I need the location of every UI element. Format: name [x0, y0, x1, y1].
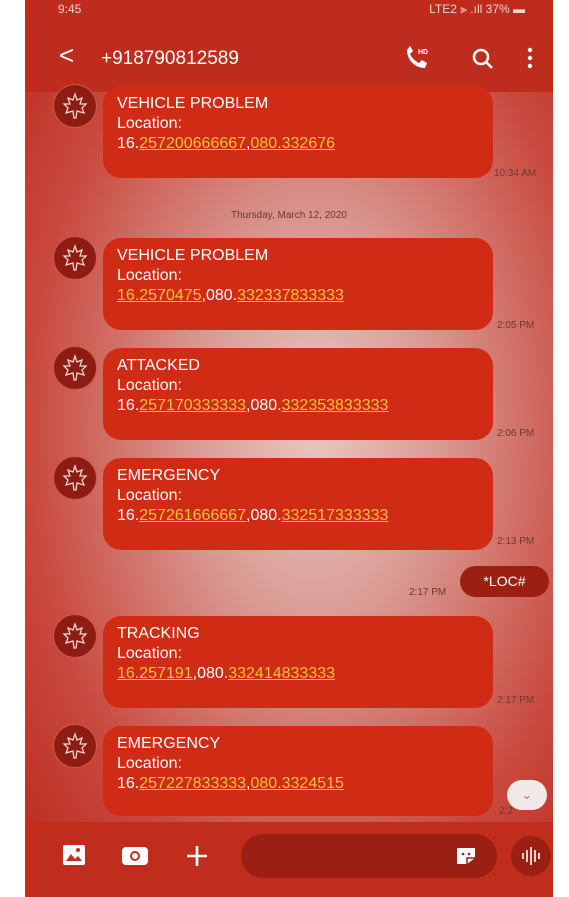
longitude-link[interactable]: 080.332676: [250, 135, 335, 152]
location-label: Location:: [117, 267, 182, 284]
message-timestamp: 10:34 AM: [494, 168, 537, 179]
message-timestamp: 2:06 PM: [497, 428, 535, 439]
location-label: Location:: [117, 115, 182, 132]
messages-screen: 9:45 LTE2 ⫸ .ıll 37% ▬ < +918790812589 H…: [25, 0, 553, 897]
longitude-link[interactable]: 332337833333: [237, 287, 344, 304]
chevron-down-icon: ⌄: [521, 787, 533, 802]
latitude-link[interactable]: 257227833333: [139, 775, 246, 792]
message-timestamp: 2:17 PM: [497, 695, 535, 706]
status-time: 9:45: [58, 2, 82, 16]
date-separator: Thursday, March 12, 2020: [231, 210, 347, 221]
message-timestamp: 2:2: [499, 806, 513, 817]
latitude-link[interactable]: 257170333333: [139, 397, 246, 414]
outgoing-timestamp: 2:17 PM: [409, 587, 447, 598]
message-type: EMERGENCY: [117, 467, 221, 484]
longitude-link[interactable]: 080.3324515: [250, 775, 343, 792]
message-bubble[interactable]: VEHICLE PROBLEM Location: 16.2570475,080…: [103, 238, 493, 330]
message-type: ATTACKED: [117, 357, 200, 374]
message-timestamp: 2:13 PM: [497, 536, 535, 547]
message-type: EMERGENCY: [117, 735, 221, 752]
maple-leaf-icon[interactable]: [53, 614, 97, 658]
latitude-link[interactable]: 257261666667: [139, 507, 246, 524]
longitude-link[interactable]: 332353833333: [282, 397, 389, 414]
outgoing-message-bubble[interactable]: *LOC#: [460, 566, 549, 597]
back-arrow-icon[interactable]: <: [59, 42, 74, 68]
longitude-link[interactable]: 332517333333: [282, 507, 389, 524]
message-type: VEHICLE PROBLEM: [117, 95, 269, 112]
latitude-link[interactable]: 16.2570475: [117, 287, 202, 304]
status-bar: 9:45 LTE2 ⫸ .ıll 37% ▬: [25, 0, 553, 22]
latitude-link[interactable]: 257200666667: [139, 135, 246, 152]
gallery-icon[interactable]: [62, 844, 86, 866]
message-input-pill[interactable]: [241, 834, 497, 878]
hd-call-icon[interactable]: HD: [403, 46, 431, 70]
message-input[interactable]: [257, 842, 441, 872]
message-bubble[interactable]: TRACKING Location: 16.257191,080.3324148…: [103, 616, 493, 708]
maple-leaf-icon[interactable]: [53, 84, 97, 128]
search-icon[interactable]: [471, 47, 495, 71]
message-type: VEHICLE PROBLEM: [117, 247, 269, 264]
message-bubble[interactable]: EMERGENCY Location: 16.257261666667,080.…: [103, 458, 493, 550]
message-timestamp: 2:05 PM: [497, 320, 535, 331]
maple-leaf-icon[interactable]: [53, 724, 97, 768]
message-bubble[interactable]: EMERGENCY Location: 16.257227833333,080.…: [103, 726, 493, 816]
location-label: Location:: [117, 377, 182, 394]
camera-icon[interactable]: [121, 844, 149, 866]
message-bubble[interactable]: VEHICLE PROBLEM Location: 16.25720066666…: [103, 86, 493, 178]
location-label: Location:: [117, 645, 182, 662]
location-coordinates: 16.2570475,080.332337833333: [117, 287, 344, 304]
location-coordinates: 16.257200666667,080.332676: [117, 135, 336, 152]
scroll-down-button[interactable]: ⌄: [507, 780, 547, 810]
location-label: Location:: [117, 487, 182, 504]
location-coordinates: 16.257227833333,080.3324515: [117, 775, 344, 792]
maple-leaf-icon[interactable]: [53, 236, 97, 280]
location-coordinates: 16.257261666667,080.332517333333: [117, 507, 389, 524]
status-indicators: LTE2 ⫸ .ıll 37% ▬: [429, 2, 525, 16]
location-label: Location:: [117, 755, 182, 772]
more-vert-icon[interactable]: [525, 46, 535, 70]
maple-leaf-icon[interactable]: [53, 456, 97, 500]
composer-bar: [25, 822, 553, 897]
maple-leaf-icon[interactable]: [53, 346, 97, 390]
contact-number[interactable]: +918790812589: [101, 48, 239, 70]
location-coordinates: 16.257170333333,080.332353833333: [117, 397, 389, 414]
location-coordinates: 16.257191,080.332414833333: [117, 665, 336, 682]
plus-icon[interactable]: [185, 844, 209, 868]
latitude-link[interactable]: 16.257191: [117, 665, 193, 682]
sticker-icon[interactable]: [455, 846, 477, 866]
message-bubble[interactable]: ATTACKED Location: 16.257170333333,080.3…: [103, 348, 493, 440]
message-type: TRACKING: [117, 625, 200, 642]
voice-icon: [522, 847, 540, 865]
longitude-link[interactable]: 332414833333: [228, 665, 335, 682]
voice-input-button[interactable]: [511, 836, 551, 876]
conversation-header: < +918790812589 HD: [25, 22, 553, 92]
svg-text:HD: HD: [418, 49, 428, 56]
